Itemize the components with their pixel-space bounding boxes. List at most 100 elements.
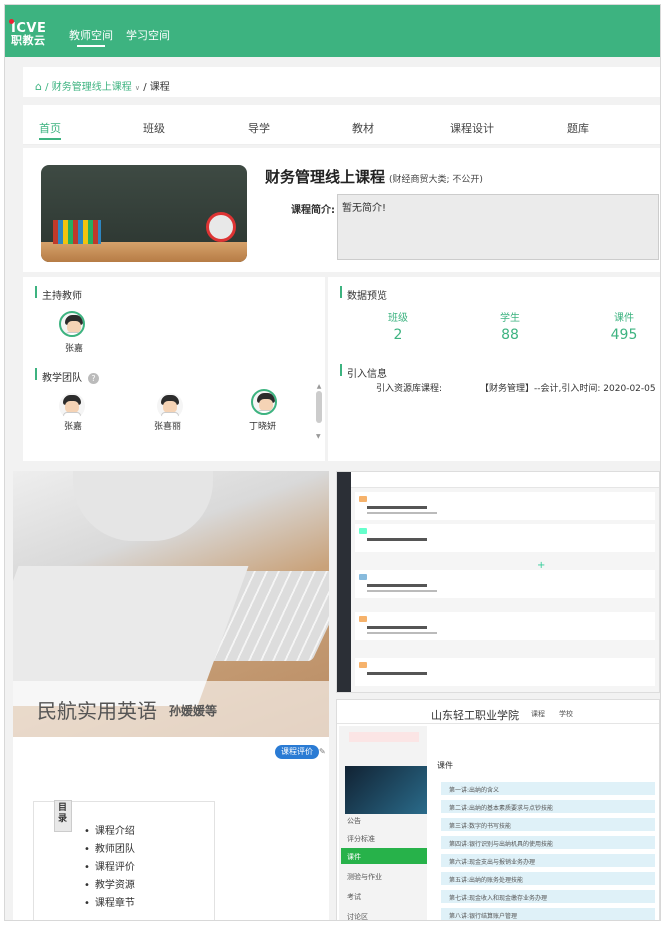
logo-text-bottom: 职教云 [11, 34, 46, 47]
chapter-item[interactable]: 第八讲:银行结算账户管理 [441, 908, 655, 920]
import-label: 引入资源库课程: [376, 384, 443, 394]
team-member-name[interactable]: 丁晓妍 [249, 419, 276, 432]
logo-dot-icon [9, 19, 14, 24]
stat-label-students: 学生 [500, 313, 520, 324]
stat-value-students[interactable]: 88 [480, 327, 540, 343]
scroll-down-icon[interactable]: ▼ [316, 433, 321, 440]
list-item[interactable] [355, 612, 655, 640]
toc-item[interactable]: 教师团队 [84, 840, 135, 858]
toc-item[interactable]: 教学资源 [84, 876, 135, 894]
course-subtitle: (财经商贸大类; 不公开) [389, 175, 483, 185]
pin-icon[interactable]: ✎ [319, 747, 327, 757]
tab-question-bank[interactable]: 题库 [567, 120, 589, 136]
breadcrumb: ⌂ / 财务管理线上课程 ∨ / 课程 [23, 67, 660, 97]
toc-item[interactable]: 课程章节 [84, 894, 135, 912]
dark-sidebar [337, 472, 351, 692]
chapter-item[interactable]: 第三讲:数字的书写技能 [441, 818, 655, 831]
avatar[interactable] [251, 389, 277, 415]
import-heading: 引入信息 [340, 364, 387, 380]
table-of-contents: 目录 课程介绍 教师团队 课程评价 教学资源 课程章节 [33, 800, 215, 920]
course-title: 财务管理线上课程 (财经商贸大类; 不公开) [265, 166, 483, 187]
school-nav-course[interactable]: 课程 [531, 709, 545, 719]
team-member-name[interactable]: 张喜丽 [154, 419, 181, 432]
collage-frame: ICVE 职教云 教师空间 学习空间 ⌂ / 财务管理线上课程 ∨ / 课程 首… [4, 4, 661, 921]
list-item[interactable] [355, 524, 655, 552]
toc-item[interactable]: 课程介绍 [84, 822, 135, 840]
chevron-down-icon[interactable]: ∨ [135, 84, 140, 92]
scroll-up-icon[interactable]: ▲ [315, 383, 323, 390]
import-info: 引入资源库课程: 【财务管理】--会计,引入时间: 2020-02-05 [376, 381, 656, 394]
english-course-teacher: 孙媛媛等 [169, 704, 218, 718]
team-heading-text: 教学团队 [42, 373, 82, 384]
stat-label-courseware: 课件 [614, 313, 634, 324]
list-item[interactable] [355, 658, 655, 686]
stat-label-class: 班级 [388, 313, 408, 324]
chapter-item[interactable]: 第一讲:出纳的含义 [441, 782, 655, 795]
lead-teacher-name[interactable]: 张嘉 [65, 341, 83, 354]
avatar[interactable] [59, 311, 85, 337]
course-desc-box: 暂无简介! [337, 194, 659, 260]
top-navbar: ICVE 职教云 教师空间 学习空间 [5, 5, 660, 57]
tab-home[interactable]: 首页 [39, 120, 61, 140]
english-course-body: 课程评价 ✎ 目录 课程介绍 教师团队 课程评价 教学资源 课程章节 [13, 737, 329, 920]
avatar[interactable] [157, 393, 183, 419]
teacher-panel: 主持教师 张嘉 教学团队? 张嘉 张喜丽 丁晓妍 ▲ ▼ [23, 277, 325, 461]
activity-list-screenshot: + [336, 471, 660, 693]
course-desc-label: 课程简介: [291, 205, 335, 216]
course-thumbnail [345, 766, 427, 814]
english-course-title: 民航实用英语 [37, 699, 157, 723]
menu-item[interactable]: 公告 [341, 812, 427, 828]
toc-item[interactable]: 课程评价 [84, 858, 135, 876]
course-eval-button[interactable]: 课程评价 [275, 745, 319, 759]
chapter-item[interactable]: 第六讲:现金支出与报销业务办理 [441, 854, 655, 867]
scroll-thumb[interactable] [316, 391, 322, 423]
course-info: 财务管理线上课程 (财经商贸大类; 不公开) 课程简介: 暂无简介! [23, 148, 660, 272]
menu-item[interactable]: 评分标准 [341, 830, 427, 846]
stat-value-class[interactable]: 2 [368, 327, 428, 343]
menu-item[interactable]: 考试 [341, 888, 427, 904]
list-item[interactable] [355, 492, 655, 520]
team-member-name[interactable]: 张嘉 [64, 419, 82, 432]
breadcrumb-parent[interactable]: / 财务管理线上课程 [45, 82, 132, 93]
team-scrollbar[interactable]: ▲ ▼ [315, 383, 323, 443]
course-title-text: 财务管理线上课程 [265, 168, 386, 186]
school-course-screenshot: 山东轻工职业学院 课程 学校 公告 评分标准 课件 测验与作业 考试 讨论区 课… [336, 699, 660, 920]
tab-course-design[interactable]: 课程设计 [450, 120, 494, 136]
cover-floor [41, 242, 247, 262]
nav-learning-space[interactable]: 学习空间 [126, 27, 170, 43]
menu-item[interactable]: 测验与作业 [341, 868, 427, 884]
avatar[interactable] [59, 393, 85, 419]
chapter-item[interactable]: 第五讲:出纳的账务处理技能 [441, 872, 655, 885]
school-left-column: 公告 评分标准 课件 测验与作业 考试 讨论区 [339, 726, 427, 920]
cover-books [53, 220, 101, 244]
english-course-banner: 民航实用英语 孙媛媛等 [13, 471, 329, 737]
cover-clock [206, 212, 236, 242]
lead-teacher-heading: 主持教师 [35, 286, 82, 302]
section-title: 课件 [437, 761, 453, 770]
help-icon[interactable]: ? [88, 373, 99, 384]
school-nav-school[interactable]: 学校 [559, 709, 573, 719]
import-value: 【财务管理】--会计,引入时间: 2020-02-05 [480, 384, 656, 394]
stat-value-courseware[interactable]: 495 [594, 327, 654, 343]
breadcrumb-current: / 课程 [143, 82, 170, 93]
tab-guide[interactable]: 导学 [248, 120, 270, 136]
tab-textbook[interactable]: 教材 [352, 120, 374, 136]
tab-class[interactable]: 班级 [143, 120, 165, 136]
menu-item[interactable]: 讨论区 [341, 908, 427, 920]
list-item[interactable] [355, 570, 655, 598]
icve-logo[interactable]: ICVE 职教云 [9, 19, 46, 47]
chapter-item[interactable]: 第四讲:银行识别与出纳机具的使用技能 [441, 836, 655, 849]
menu-item[interactable]: 课件 [341, 848, 427, 864]
chapter-item[interactable]: 第七讲:现金收入和现金缴存业务办理 [441, 890, 655, 903]
plus-icon[interactable]: + [537, 560, 545, 571]
stats-heading: 数据预览 [340, 286, 387, 302]
team-heading: 教学团队? [35, 368, 99, 384]
stats-panel: 数据预览 班级 2 学生 88 课件 495 引入信息 引入资源库课程: 【财务管… [328, 277, 660, 461]
banner-laptop [73, 471, 213, 541]
activity-tabs [351, 472, 659, 488]
home-icon[interactable]: ⌂ [35, 80, 42, 93]
nav-teacher-space[interactable]: 教师空间 [69, 27, 113, 47]
chapter-item[interactable]: 第二讲:出纳的基本素质要求与点钞技能 [441, 800, 655, 813]
course-tabs: 首页 班级 导学 教材 课程设计 题库 [23, 105, 660, 145]
toc-tag: 目录 [54, 800, 72, 832]
